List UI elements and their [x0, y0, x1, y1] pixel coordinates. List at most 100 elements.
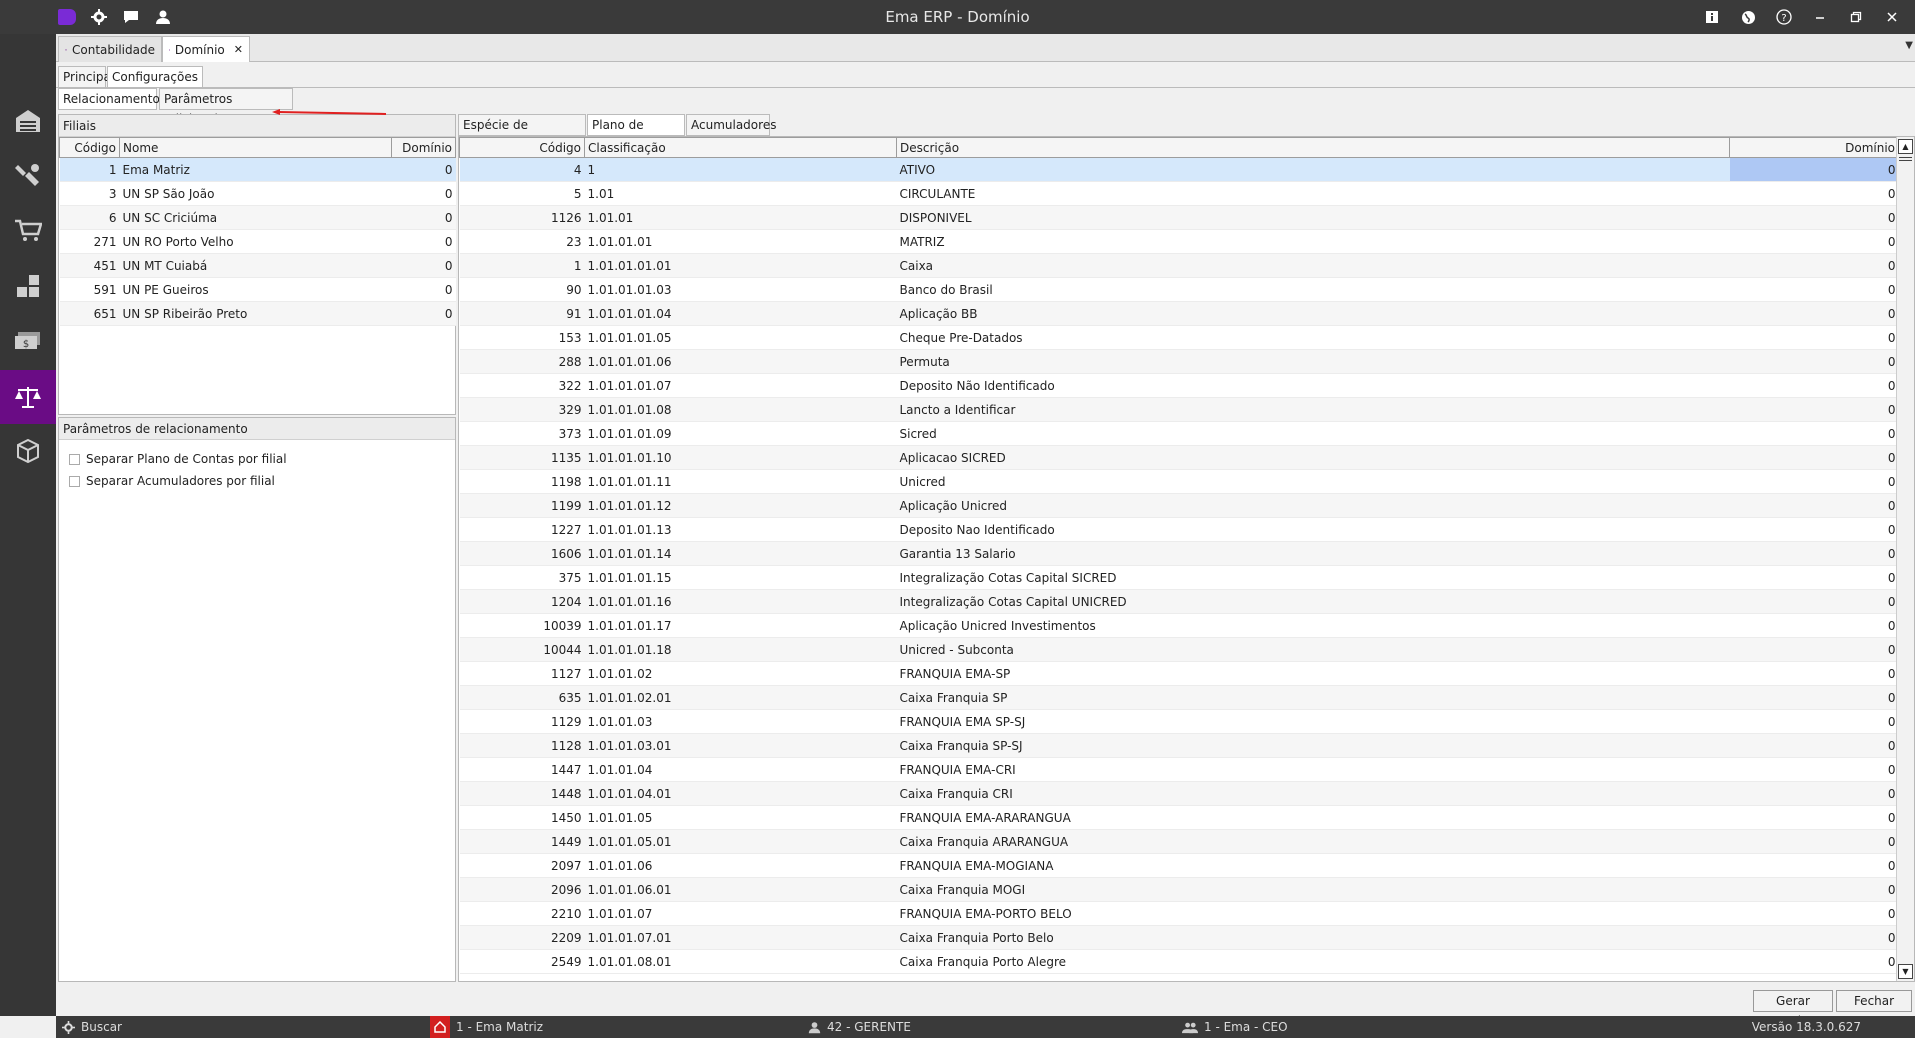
- cell-dominio[interactable]: 0: [1729, 733, 1896, 758]
- table-row[interactable]: 373 1.01.01.01.09 Sicred 0: [459, 421, 1896, 446]
- table-row[interactable]: 10044 1.01.01.01.18 Unicred - Subconta 0: [459, 637, 1896, 662]
- table-row[interactable]: 2210 1.01.01.07 FRANQUIA EMA-PORTO BELO 0: [459, 901, 1896, 926]
- table-row[interactable]: 451 UN MT Cuiabá 0: [59, 253, 456, 278]
- tab-scroll-icon[interactable]: ▼: [1905, 40, 1913, 51]
- close-icon[interactable]: [1883, 8, 1901, 26]
- tab-configuracoes[interactable]: Configurações: [107, 66, 203, 88]
- table-row[interactable]: 322 1.01.01.01.07 Deposito Não Identificad…: [459, 373, 1896, 398]
- cell-dominio[interactable]: 0: [391, 301, 456, 326]
- cell-dominio[interactable]: 0: [1729, 181, 1896, 206]
- cart-icon[interactable]: [0, 204, 56, 258]
- cell-dominio[interactable]: 0: [1729, 469, 1896, 494]
- col-codigo[interactable]: Código: [59, 137, 120, 158]
- cell-dominio[interactable]: 0: [1729, 661, 1896, 686]
- cell-dominio[interactable]: 0: [1729, 373, 1896, 398]
- tab-contabilidade[interactable]: Contabilidade: [58, 36, 162, 62]
- cell-dominio[interactable]: 0: [391, 277, 456, 302]
- scroll-up-icon[interactable]: ▲: [1898, 139, 1913, 154]
- cell-dominio[interactable]: 0: [1729, 613, 1896, 638]
- col-dominio[interactable]: Domínio: [391, 137, 456, 158]
- col-dominio[interactable]: Domínio: [1729, 137, 1896, 158]
- option-separar-plano[interactable]: Separar Plano de Contas por filial: [59, 448, 455, 470]
- cell-dominio[interactable]: 0: [1729, 253, 1896, 278]
- table-row[interactable]: 10039 1.01.01.01.17 Aplicação Unicred Inve…: [459, 613, 1896, 638]
- cell-dominio[interactable]: 0: [1729, 853, 1896, 878]
- cell-dominio[interactable]: 0: [1729, 157, 1896, 182]
- table-row[interactable]: 2097 1.01.01.06 FRANQUIA EMA-MOGIANA 0: [459, 853, 1896, 878]
- package-icon[interactable]: [0, 424, 56, 478]
- help-icon[interactable]: ?: [1775, 8, 1793, 26]
- tab-relacionamentos[interactable]: Relacionamentos: [58, 88, 166, 110]
- checkbox-separar-plano[interactable]: [69, 453, 80, 465]
- table-row[interactable]: 1128 1.01.01.03.01 Caixa Franquia SP-SJ 0: [459, 733, 1896, 758]
- money-icon[interactable]: $: [0, 314, 56, 368]
- table-row[interactable]: 1126 1.01.01 DISPONIVEL 0: [459, 205, 1896, 230]
- cell-dominio[interactable]: 0: [1729, 637, 1896, 662]
- table-row[interactable]: 1199 1.01.01.01.12 Aplicação Unicred 0: [459, 493, 1896, 518]
- cell-dominio[interactable]: 0: [1729, 493, 1896, 518]
- cell-dominio[interactable]: 0: [1729, 949, 1896, 974]
- cell-dominio[interactable]: 0: [1729, 541, 1896, 566]
- table-row[interactable]: 90 1.01.01.01.03 Banco do Brasil 0: [459, 277, 1896, 302]
- scroll-thumb[interactable]: [1899, 157, 1912, 161]
- gerar-arquivo-button[interactable]: Gerar arquivo: [1753, 990, 1833, 1028]
- table-row[interactable]: 1448 1.01.01.04.01 Caixa Franquia CRI 0: [459, 781, 1896, 806]
- table-row[interactable]: 5 1.01 CIRCULANTE 0: [459, 181, 1896, 206]
- cell-dominio[interactable]: 0: [1729, 757, 1896, 782]
- tab-acumuladores[interactable]: Acumuladores: [686, 114, 776, 136]
- scale-icon[interactable]: [0, 370, 56, 424]
- table-row[interactable]: 1135 1.01.01.01.10 Aplicacao SICRED 0: [459, 445, 1896, 470]
- table-row[interactable]: 1204 1.01.01.01.16 Integralização Cotas Ca…: [459, 589, 1896, 614]
- tab-dominio[interactable]: Domínio ✕: [162, 36, 250, 62]
- cell-dominio[interactable]: 0: [1729, 397, 1896, 422]
- table-row[interactable]: 375 1.01.01.01.15 Integralização Cotas Cap…: [459, 565, 1896, 590]
- cell-dominio[interactable]: 0: [1729, 445, 1896, 470]
- table-row[interactable]: 1449 1.01.01.05.01 Caixa Franquia ARARANGU…: [459, 829, 1896, 854]
- table-row[interactable]: 1447 1.01.01.04 FRANQUIA EMA-CRI 0: [459, 757, 1896, 782]
- table-row[interactable]: 3 UN SP São João 0: [59, 181, 456, 206]
- cell-dominio[interactable]: 0: [1729, 277, 1896, 302]
- search-button[interactable]: Buscar: [62, 1016, 122, 1038]
- branch-status[interactable]: 1 - Ema Matriz: [430, 1016, 543, 1038]
- cell-dominio[interactable]: 0: [1729, 349, 1896, 374]
- table-row[interactable]: 1129 1.01.01.03 FRANQUIA EMA SP-SJ 0: [459, 709, 1896, 734]
- table-row[interactable]: 1227 1.01.01.01.13 Deposito Nao Identifica…: [459, 517, 1896, 542]
- cell-dominio[interactable]: 0: [391, 205, 456, 230]
- table-row[interactable]: 329 1.01.01.01.08 Lancto a Identificar 0: [459, 397, 1896, 422]
- globe-icon[interactable]: [1739, 8, 1757, 26]
- fechar-button[interactable]: Fechar: [1836, 990, 1912, 1012]
- cell-dominio[interactable]: 0: [391, 181, 456, 206]
- table-row[interactable]: 4 1 ATIVO 0: [459, 157, 1896, 182]
- cell-dominio[interactable]: 0: [1729, 421, 1896, 446]
- table-row[interactable]: 1606 1.01.01.01.14 Garantia 13 Salario 0: [459, 541, 1896, 566]
- cell-dominio[interactable]: 0: [1729, 685, 1896, 710]
- cell-dominio[interactable]: 0: [1729, 901, 1896, 926]
- cell-dominio[interactable]: 0: [1729, 205, 1896, 230]
- table-row[interactable]: 635 1.01.01.02.01 Caixa Franquia SP 0: [459, 685, 1896, 710]
- info-icon[interactable]: [1703, 8, 1721, 26]
- close-tab-icon[interactable]: ✕: [234, 43, 243, 56]
- cell-dominio[interactable]: 0: [391, 157, 456, 182]
- restore-icon[interactable]: [1847, 8, 1865, 26]
- option-separar-acumuladores[interactable]: Separar Acumuladores por filial: [59, 470, 455, 492]
- table-row[interactable]: 1198 1.01.01.01.11 Unicred 0: [459, 469, 1896, 494]
- tab-parametros-adicionais[interactable]: Parâmetros adicionais: [159, 88, 293, 126]
- col-descricao[interactable]: Descrição: [896, 137, 1730, 158]
- table-row[interactable]: 2096 1.01.01.06.01 Caixa Franquia MOGI 0: [459, 877, 1896, 902]
- cell-dominio[interactable]: 0: [1729, 805, 1896, 830]
- col-classificacao[interactable]: Classificação: [584, 137, 897, 158]
- minimize-icon[interactable]: [1811, 8, 1829, 26]
- cell-dominio[interactable]: 0: [1729, 301, 1896, 326]
- table-row[interactable]: 23 1.01.01.01 MATRIZ 0: [459, 229, 1896, 254]
- cell-dominio[interactable]: 0: [391, 229, 456, 254]
- boxes-icon[interactable]: [0, 259, 56, 313]
- cell-dominio[interactable]: 0: [1729, 565, 1896, 590]
- table-row[interactable]: 91 1.01.01.01.04 Aplicação BB 0: [459, 301, 1896, 326]
- table-row[interactable]: 1127 1.01.01.02 FRANQUIA EMA-SP 0: [459, 661, 1896, 686]
- cell-dominio[interactable]: 0: [1729, 709, 1896, 734]
- cell-dominio[interactable]: 0: [1729, 325, 1896, 350]
- table-row[interactable]: 6 UN SC Criciúma 0: [59, 205, 456, 230]
- col-codigo[interactable]: Código: [459, 137, 585, 158]
- cell-dominio[interactable]: 0: [1729, 829, 1896, 854]
- table-row[interactable]: 2549 1.01.01.08.01 Caixa Franquia Porto Al…: [459, 949, 1896, 974]
